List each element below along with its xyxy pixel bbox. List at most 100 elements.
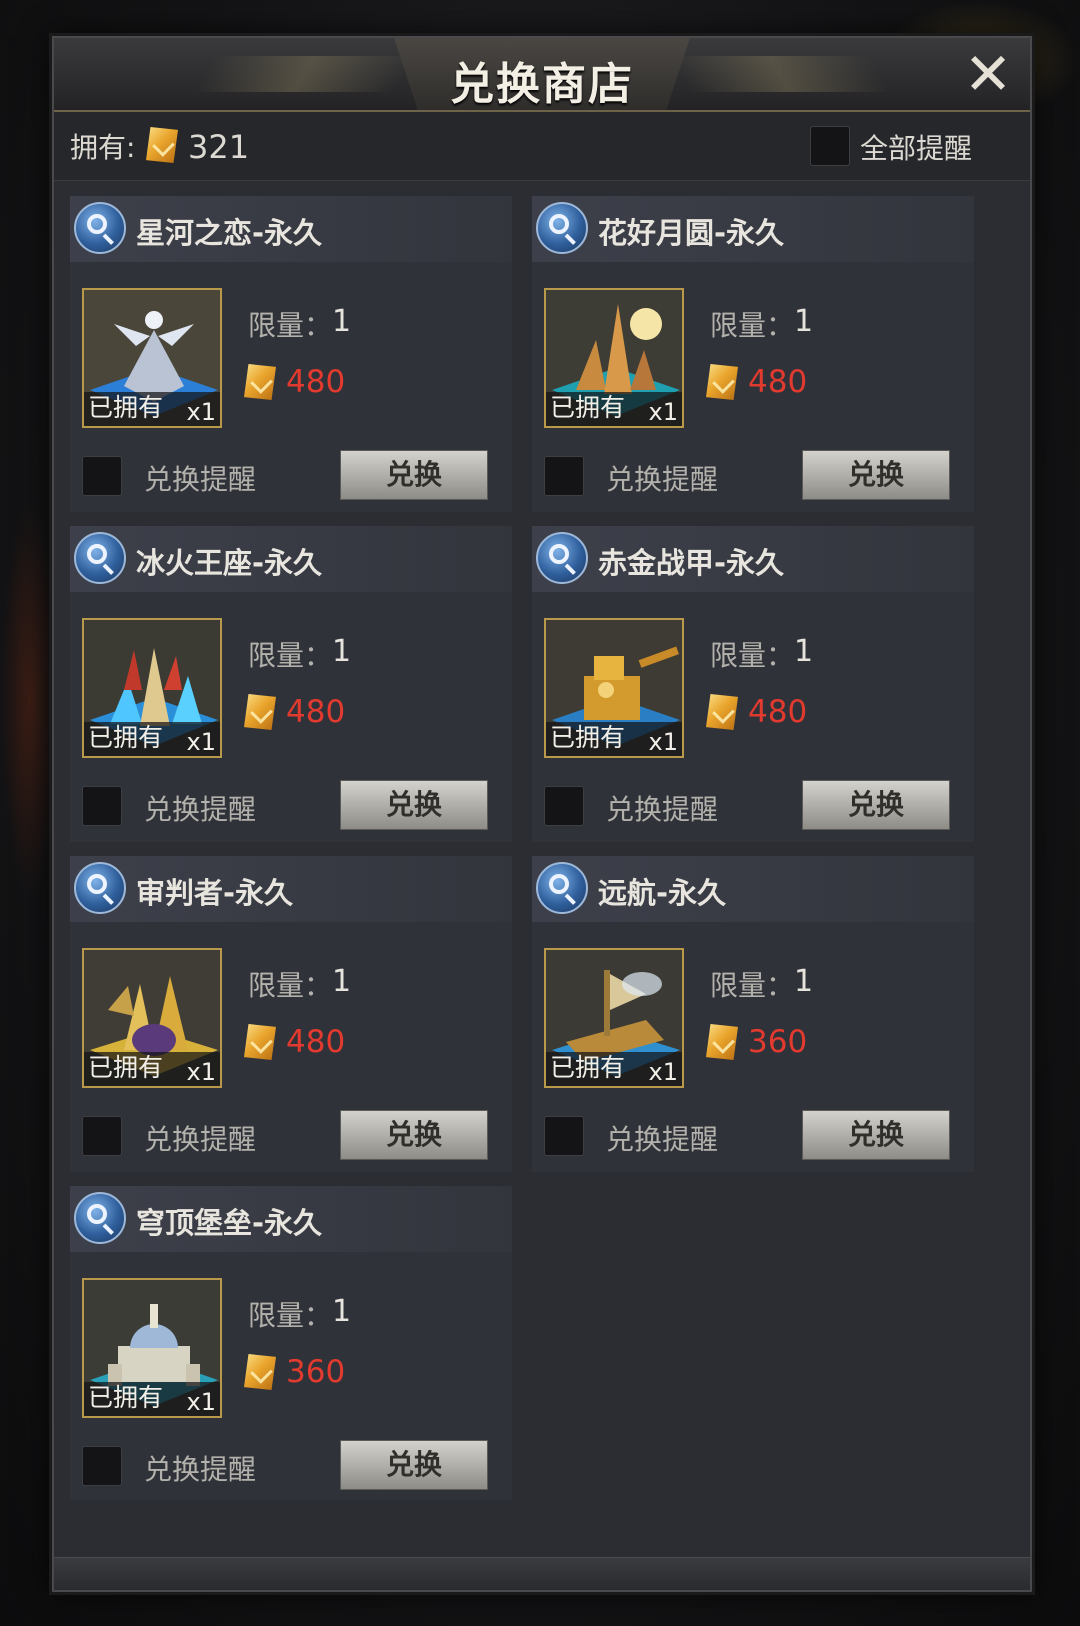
owned-quantity: x1 — [648, 398, 678, 426]
item-thumbnail[interactable]: 已拥有 x1 — [82, 1278, 222, 1418]
item-thumbnail[interactable]: 已拥有 x1 — [544, 948, 684, 1088]
gold-coin-icon — [244, 694, 276, 730]
exchange-remind-label: 兑换提醒 — [606, 1123, 719, 1156]
owned-quantity: x1 — [648, 728, 678, 756]
exchange-button[interactable]: 兑换 — [802, 450, 950, 500]
limit-label: 限量： — [710, 309, 795, 342]
exchange-remind-label: 兑换提醒 — [144, 1123, 257, 1156]
gold-coin-icon — [706, 694, 738, 730]
magnifier-icon[interactable] — [74, 202, 126, 254]
item-thumbnail[interactable]: 已拥有 x1 — [544, 288, 684, 428]
item-thumbnail[interactable]: 已拥有 x1 — [544, 618, 684, 758]
item-header: 冰火王座-永久 — [70, 526, 512, 592]
gold-coin-icon — [244, 1354, 276, 1390]
owned-label: 已拥有 — [550, 393, 626, 422]
owned-quantity: x1 — [648, 1058, 678, 1086]
limit-value: 1 — [794, 964, 814, 999]
gold-coin-icon — [706, 1024, 738, 1060]
exchange-remind-label: 兑换提醒 — [606, 793, 719, 826]
limit-label: 限量： — [248, 969, 333, 1002]
magnifier-icon[interactable] — [536, 202, 588, 254]
exchange-remind-checkbox[interactable] — [82, 1446, 122, 1486]
item-name: 赤金战甲-永久 — [598, 546, 785, 580]
shop-item-card: 花好月圆-永久 已拥有 x1 限量： 1 480 兑换提醒 兑换 — [532, 196, 974, 512]
exchange-remind-label: 兑换提醒 — [606, 463, 719, 496]
gold-coin-icon — [244, 1024, 276, 1060]
item-thumbnail[interactable]: 已拥有 x1 — [82, 288, 222, 428]
item-header: 远航-永久 — [532, 856, 974, 922]
dialog-footer — [54, 1557, 1030, 1590]
item-price: 360 — [286, 1354, 346, 1390]
item-name: 穹顶堡垒-永久 — [136, 1206, 323, 1240]
item-thumbnail[interactable]: 已拥有 x1 — [82, 948, 222, 1088]
owned-currency-label: 拥有: — [70, 131, 136, 164]
exchange-remind-label: 兑换提醒 — [144, 463, 257, 496]
limit-value: 1 — [332, 964, 352, 999]
exchange-button[interactable]: 兑换 — [340, 1110, 488, 1160]
close-icon[interactable]: ✕ — [960, 45, 1016, 103]
exchange-button[interactable]: 兑换 — [340, 450, 488, 500]
owned-label: 已拥有 — [88, 1053, 164, 1082]
limit-label: 限量： — [710, 969, 795, 1002]
magnifier-icon[interactable] — [74, 1192, 126, 1244]
item-name: 星河之恋-永久 — [136, 216, 323, 250]
owned-label: 已拥有 — [550, 723, 626, 752]
remind-all-checkbox[interactable] — [810, 126, 850, 166]
gold-coin-icon — [244, 364, 276, 400]
exchange-shop-dialog: 兑换商店 ✕ 拥有: 321 全部提醒 星河之恋-永久 已拥有 x1 限量： 1… — [52, 36, 1032, 1592]
exchange-remind-checkbox[interactable] — [544, 786, 584, 826]
limit-label: 限量： — [248, 639, 333, 672]
gold-coin-icon — [706, 364, 738, 400]
item-name: 审判者-永久 — [136, 876, 294, 910]
exchange-button[interactable]: 兑换 — [802, 780, 950, 830]
limit-value: 1 — [794, 634, 814, 669]
remind-all-label: 全部提醒 — [860, 132, 973, 165]
background-glow-left — [0, 500, 60, 900]
magnifier-icon[interactable] — [74, 862, 126, 914]
item-header: 星河之恋-永久 — [70, 196, 512, 262]
owned-quantity: x1 — [186, 728, 216, 756]
item-price: 480 — [748, 364, 808, 400]
item-header: 花好月圆-永久 — [532, 196, 974, 262]
item-thumbnail[interactable]: 已拥有 x1 — [82, 618, 222, 758]
owned-label: 已拥有 — [88, 723, 164, 752]
exchange-button[interactable]: 兑换 — [340, 780, 488, 830]
exchange-remind-checkbox[interactable] — [544, 456, 584, 496]
owned-label: 已拥有 — [550, 1053, 626, 1082]
magnifier-icon[interactable] — [74, 532, 126, 584]
exchange-remind-checkbox[interactable] — [544, 1116, 584, 1156]
item-name: 冰火王座-永久 — [136, 546, 323, 580]
shop-item-card: 远航-永久 已拥有 x1 限量： 1 360 兑换提醒 兑换 — [532, 856, 974, 1172]
limit-value: 1 — [332, 304, 352, 339]
limit-label: 限量： — [248, 1299, 333, 1332]
shop-item-card: 审判者-永久 已拥有 x1 限量： 1 480 兑换提醒 兑换 — [70, 856, 512, 1172]
dialog-title: 兑换商店 — [450, 59, 634, 110]
item-header: 赤金战甲-永久 — [532, 526, 974, 592]
title-bar: 兑换商店 ✕ — [54, 38, 1030, 112]
shop-item-card: 赤金战甲-永久 已拥有 x1 限量： 1 480 兑换提醒 兑换 — [532, 526, 974, 842]
owned-quantity: x1 — [186, 1058, 216, 1086]
exchange-button[interactable]: 兑换 — [802, 1110, 950, 1160]
limit-value: 1 — [794, 304, 814, 339]
item-header: 穹顶堡垒-永久 — [70, 1186, 512, 1252]
shop-item-card: 星河之恋-永久 已拥有 x1 限量： 1 480 兑换提醒 兑换 — [70, 196, 512, 512]
item-header: 审判者-永久 — [70, 856, 512, 922]
owned-label: 已拥有 — [88, 1383, 164, 1412]
owned-label: 已拥有 — [88, 393, 164, 422]
exchange-remind-checkbox[interactable] — [82, 1116, 122, 1156]
owned-quantity: x1 — [186, 1388, 216, 1416]
owned-quantity: x1 — [186, 398, 216, 426]
exchange-remind-checkbox[interactable] — [82, 456, 122, 496]
limit-label: 限量： — [710, 639, 795, 672]
item-grid: 星河之恋-永久 已拥有 x1 限量： 1 480 兑换提醒 兑换 花好月圆-永久… — [70, 196, 1014, 1500]
item-price: 480 — [286, 1024, 346, 1060]
exchange-remind-label: 兑换提醒 — [144, 1453, 257, 1486]
limit-value: 1 — [332, 1294, 352, 1329]
item-price: 480 — [286, 364, 346, 400]
item-price: 480 — [286, 694, 346, 730]
magnifier-icon[interactable] — [536, 532, 588, 584]
exchange-remind-checkbox[interactable] — [82, 786, 122, 826]
exchange-button[interactable]: 兑换 — [340, 1440, 488, 1490]
owned-currency-value: 321 — [188, 128, 250, 166]
magnifier-icon[interactable] — [536, 862, 588, 914]
